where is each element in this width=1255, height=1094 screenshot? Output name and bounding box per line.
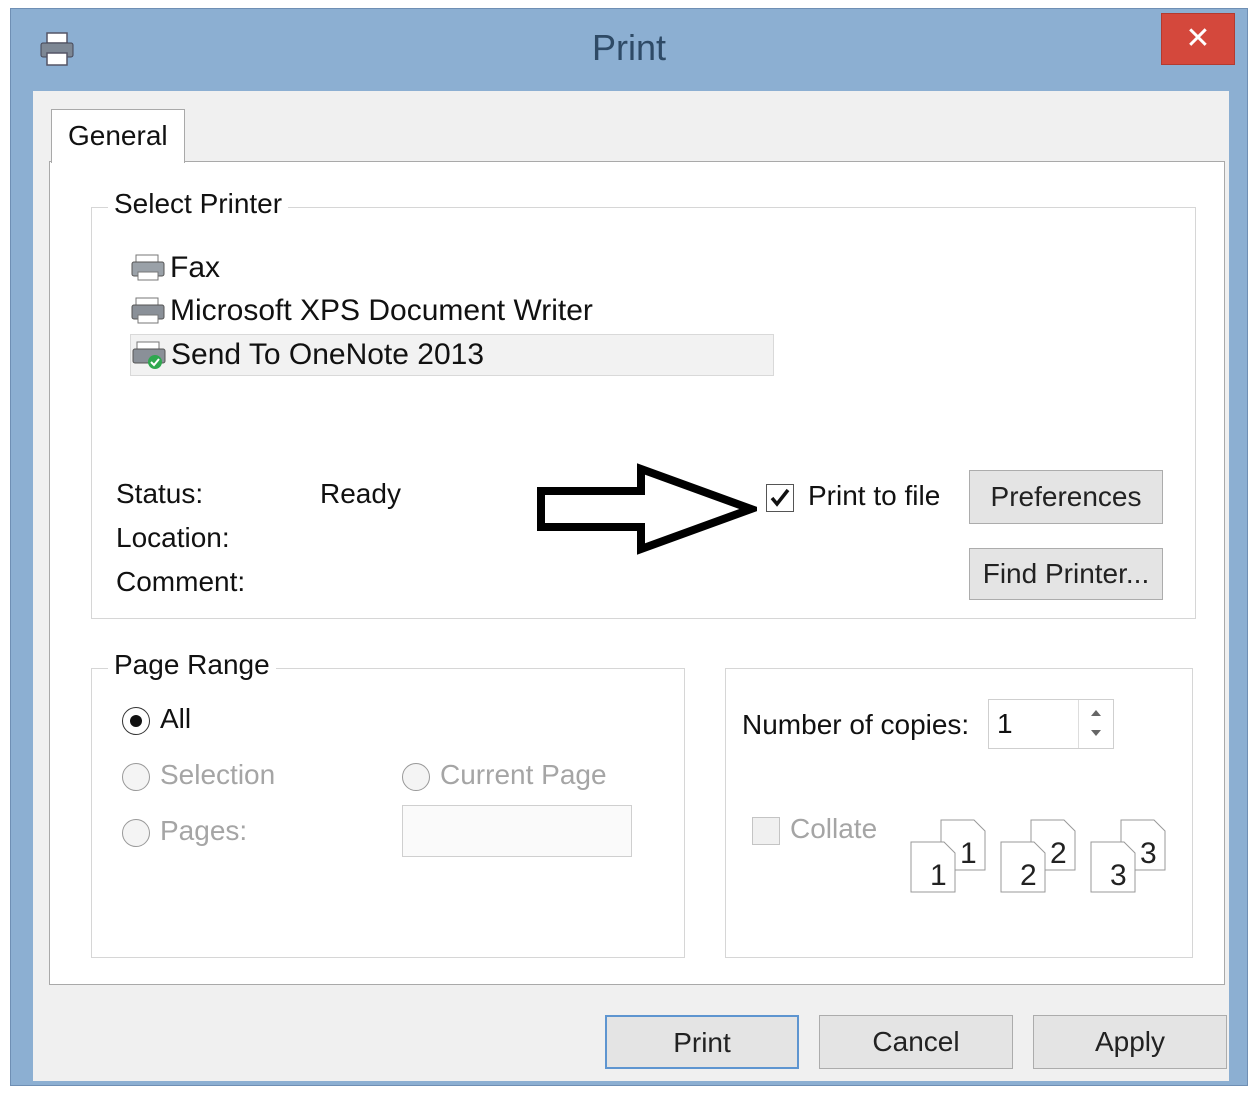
selection-radio[interactable] xyxy=(122,763,150,791)
svg-text:3: 3 xyxy=(1140,837,1157,870)
onenote-printer-icon xyxy=(132,341,166,369)
page-sheet-icon: 2 xyxy=(1000,841,1046,893)
copies-group: Number of copies: 1 Collate 1 1 2 2 3 3 xyxy=(725,668,1193,958)
page-sheet-icon: 3 xyxy=(1090,841,1136,893)
pages-input[interactable] xyxy=(402,805,632,857)
current-page-radio[interactable] xyxy=(402,763,430,791)
dialog-body: General Select Printer Fax Microsoft XPS… xyxy=(33,91,1229,1081)
svg-text:1: 1 xyxy=(930,859,947,892)
status-value: Ready xyxy=(320,478,401,509)
printer-name: Send To OneNote 2013 xyxy=(171,338,485,371)
svg-text:1: 1 xyxy=(960,837,977,870)
printer-list-item[interactable]: Fax xyxy=(130,248,220,288)
select-printer-legend: Select Printer xyxy=(108,188,289,220)
collate-label[interactable]: Collate xyxy=(790,813,877,845)
print-button[interactable]: Print xyxy=(605,1015,799,1069)
collate-illustration: 1 1 2 2 3 3 xyxy=(906,819,1176,909)
copies-input[interactable]: 1 xyxy=(988,699,1114,749)
printer-name: Fax xyxy=(170,251,221,284)
print-dialog: Print ✕ General Select Printer Fax Micro… xyxy=(10,8,1248,1086)
apply-button[interactable]: Apply xyxy=(1033,1015,1227,1069)
pages-radio-label[interactable]: Pages: xyxy=(160,815,247,847)
select-printer-group: Select Printer Fax Microsoft XPS Documen… xyxy=(91,188,1196,619)
preferences-button[interactable]: Preferences xyxy=(969,470,1163,524)
svg-text:3: 3 xyxy=(1110,859,1127,892)
close-button[interactable]: ✕ xyxy=(1161,13,1235,65)
svg-text:2: 2 xyxy=(1050,837,1067,870)
general-tab-panel: Select Printer Fax Microsoft XPS Documen… xyxy=(49,161,1225,985)
checkmark-icon xyxy=(770,488,790,507)
printer-name: Microsoft XPS Document Writer xyxy=(170,294,593,327)
printer-list-item[interactable]: Microsoft XPS Document Writer xyxy=(130,291,593,331)
copies-value: 1 xyxy=(997,708,1013,739)
page-range-legend: Page Range xyxy=(108,649,276,681)
title-bar[interactable]: Print ✕ xyxy=(11,9,1247,91)
print-to-file-checkbox[interactable] xyxy=(766,484,794,512)
pages-radio[interactable] xyxy=(122,819,150,847)
page-range-group: Page Range All Selection Current Page Pa… xyxy=(91,649,685,958)
cancel-button[interactable]: Cancel xyxy=(819,1015,1013,1069)
number-of-copies-label: Number of copies: xyxy=(742,709,970,740)
spin-up-icon[interactable] xyxy=(1089,708,1103,718)
print-to-file-label[interactable]: Print to file xyxy=(808,480,940,512)
spin-down-icon[interactable] xyxy=(1089,728,1103,738)
page-sheet-icon: 1 xyxy=(910,841,956,893)
status-label: Status: xyxy=(116,478,204,509)
all-radio-label[interactable]: All xyxy=(160,703,191,735)
find-printer-button[interactable]: Find Printer... xyxy=(969,548,1163,600)
collate-checkbox[interactable] xyxy=(752,817,780,845)
comment-label: Comment: xyxy=(116,566,246,597)
current-page-radio-label[interactable]: Current Page xyxy=(440,759,607,791)
selection-radio-label[interactable]: Selection xyxy=(160,759,275,791)
tab-general[interactable]: General xyxy=(51,109,185,163)
window-title: Print xyxy=(591,27,667,68)
svg-text:2: 2 xyxy=(1020,859,1037,892)
all-radio[interactable] xyxy=(122,707,150,735)
fax-printer-icon xyxy=(131,254,165,281)
arrow-right-icon xyxy=(537,463,757,555)
copies-spinner[interactable] xyxy=(1078,700,1113,748)
printer-list-item-selected[interactable]: Send To OneNote 2013 xyxy=(130,334,774,376)
printer-icon xyxy=(131,297,165,324)
location-label: Location: xyxy=(116,522,230,553)
